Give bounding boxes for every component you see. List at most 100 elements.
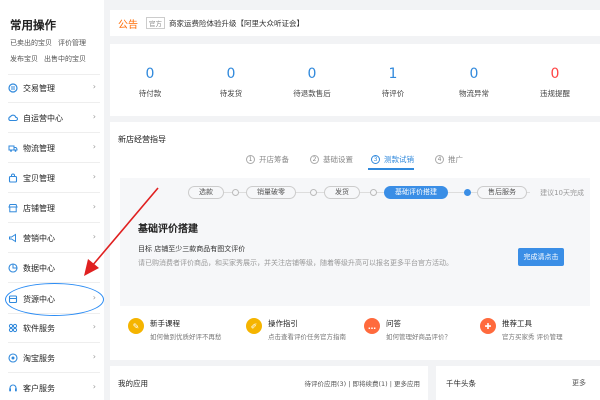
step-number-icon: 4 — [435, 155, 444, 164]
chevron-right-icon: › — [92, 262, 96, 271]
feature-newbie-course[interactable]: ✎ 新手课程 如何做到优质好评不再愁 — [128, 318, 222, 341]
stat-value: 0 — [469, 66, 479, 82]
chevron-right-icon: › — [92, 172, 96, 181]
sidebar-item-customer-service[interactable]: 客户服务 › — [8, 378, 102, 398]
chart-icon — [8, 263, 18, 273]
sidebar-item-label: 货源中心 — [23, 294, 55, 304]
tab-phase-test-sales[interactable]: 3 测款试销 — [371, 154, 414, 165]
tab-phase-preparation[interactable]: 1 开店筹备 — [246, 154, 289, 165]
stat-pending-payment[interactable]: 0 待付款 — [115, 66, 185, 99]
sidebar-title: 常用操作 — [10, 18, 56, 32]
task-description: 请已购消费者评价商品，和买家秀展示，并关注店铺等级，随着等级升高可以报名更多平台… — [138, 259, 453, 267]
pencil-icon: ✐ — [246, 318, 262, 334]
taobao-icon — [8, 353, 18, 363]
divider — [8, 132, 100, 133]
quick-links-row-1: 已卖出的宝贝 评价管理 — [10, 38, 92, 48]
stat-violation-alert[interactable]: 0 违规提醒 — [520, 66, 590, 99]
step-dot — [232, 189, 239, 196]
feature-title: 新手课程 — [150, 319, 180, 328]
stat-pending-review[interactable]: 1 待评价 — [358, 66, 428, 99]
feature-qa[interactable]: … 问答 如何管理好商品评价？ — [364, 318, 451, 341]
active-tab-indicator — [368, 168, 414, 170]
phase-label: 测款试销 — [384, 155, 414, 164]
task-card: 选款 销量破零 发货 基础评价搭建 售后服务 建议10天完成 基础评价搭建 目标… — [120, 178, 590, 306]
announcement-label: 公告 — [118, 19, 138, 31]
sidebar-item-software[interactable]: 软件服务 › — [8, 318, 102, 338]
step-number-icon: 3 — [371, 155, 380, 164]
divider — [8, 372, 100, 373]
feature-subtitle: 官方买家秀 评价管理 — [502, 333, 563, 341]
chevron-right-icon: › — [92, 322, 96, 331]
feature-operation-guide[interactable]: ✐ 操作指引 点击查看评价任务官方指南 — [246, 318, 346, 341]
sidebar-item-sourcing[interactable]: 货源中心 › — [8, 289, 102, 309]
stat-label: 待付款 — [138, 89, 162, 98]
headlines-title: 千牛头条 — [446, 379, 476, 388]
step-shipping[interactable]: 发货 — [324, 186, 360, 199]
more-link[interactable]: 更多 — [572, 378, 586, 388]
stat-value: 0 — [307, 66, 317, 82]
feature-subtitle: 点击查看评价任务官方指南 — [268, 333, 346, 341]
stat-pending-refund[interactable]: 0 待退款售后 — [277, 66, 347, 99]
announcement-link[interactable]: 商家运费险体验升级【阿里大众听证会】 — [169, 18, 304, 29]
complete-button[interactable]: 完成请点击 — [518, 248, 564, 266]
store-icon — [8, 203, 18, 213]
headset-icon — [8, 383, 18, 393]
guide-title: 新店经营指导 — [118, 135, 166, 144]
my-apps-title: 我的应用 — [118, 379, 148, 388]
quick-links-row-2: 发布宝贝 出售中的宝贝 — [10, 54, 92, 64]
step-basic-reviews[interactable]: 基础评价搭建 — [384, 186, 448, 199]
sidebar-item-store[interactable]: 店铺管理 › — [8, 198, 102, 218]
stat-label: 物流异常 — [459, 89, 489, 98]
sidebar-item-self-operation[interactable]: 自运营中心 › — [8, 108, 102, 128]
sidebar-item-label: 营销中心 — [23, 233, 55, 243]
phase-label: 开店筹备 — [259, 155, 289, 164]
sidebar-item-label: 自运营中心 — [23, 113, 63, 123]
feature-recommended-tools[interactable]: ✚ 推荐工具 官方买家秀 评价管理 — [480, 318, 563, 341]
step-after-sales[interactable]: 售后服务 — [477, 186, 527, 199]
announcement-bar: 公告 官方 商家运费险体验升级【阿里大众听证会】 — [110, 10, 600, 36]
feature-subtitle: 如何管理好商品评价？ — [386, 333, 451, 341]
stat-label: 待发货 — [219, 89, 243, 98]
chevron-right-icon: › — [92, 382, 96, 391]
phase-label: 推广 — [448, 155, 463, 164]
chevron-right-icon: › — [92, 82, 96, 91]
stat-logistics-exception[interactable]: 0 物流异常 — [439, 66, 509, 99]
sidebar-item-logistics[interactable]: 物流管理 › — [8, 138, 102, 158]
order-stats-panel: 0 待付款 0 待发货 0 待退款售后 1 待评价 0 物流异常 0 违规提醒 — [110, 44, 600, 116]
sidebar-item-items[interactable]: 宝贝管理 › — [8, 168, 102, 188]
sidebar-item-taobao-service[interactable]: 淘宝服务 › — [8, 348, 102, 368]
divider — [8, 102, 100, 103]
sidebar-item-data-center[interactable]: 数据中心 › — [8, 258, 102, 278]
divider — [8, 74, 100, 75]
task-title: 基础评价搭建 — [138, 224, 198, 235]
sidebar-item-trade[interactable]: 交易管理 › — [8, 78, 102, 98]
quick-link-sold-items[interactable]: 已卖出的宝贝 — [10, 39, 52, 47]
divider — [8, 162, 100, 163]
sidebar-item-marketing[interactable]: 营销中心 › — [8, 228, 102, 248]
tab-phase-basic-settings[interactable]: 2 基础设置 — [310, 154, 353, 165]
feature-title: 问答 — [386, 319, 401, 328]
my-apps-links[interactable]: 待评价应用(3) | 即将续费(1) | 更多应用 — [304, 378, 420, 388]
sidebar-item-label: 宝贝管理 — [23, 173, 55, 183]
step-dot — [370, 189, 377, 196]
sidebar-item-label: 软件服务 — [23, 323, 55, 333]
stat-pending-shipment[interactable]: 0 待发货 — [196, 66, 266, 99]
quick-link-items-on-sale[interactable]: 出售中的宝贝 — [44, 55, 86, 63]
stat-label: 待评价 — [381, 89, 405, 98]
quick-link-publish-item[interactable]: 发布宝贝 — [10, 55, 38, 63]
step-number-icon: 2 — [310, 155, 319, 164]
stat-value: 0 — [145, 66, 155, 82]
stat-label: 待退款售后 — [293, 89, 331, 98]
step-first-sale[interactable]: 销量破零 — [246, 186, 296, 199]
chevron-right-icon: › — [92, 293, 96, 302]
quick-link-review-management[interactable]: 评价管理 — [58, 39, 86, 47]
phase-label: 基础设置 — [323, 155, 353, 164]
official-badge: 官方 — [146, 17, 165, 29]
stat-value: 0 — [226, 66, 236, 82]
stat-value: 0 — [550, 66, 560, 82]
tab-phase-promotion[interactable]: 4 推广 — [435, 154, 463, 165]
divider — [8, 313, 100, 314]
step-select-item[interactable]: 选款 — [188, 186, 224, 199]
exchange-icon — [8, 83, 18, 93]
bulb-icon: ✎ — [128, 318, 144, 334]
